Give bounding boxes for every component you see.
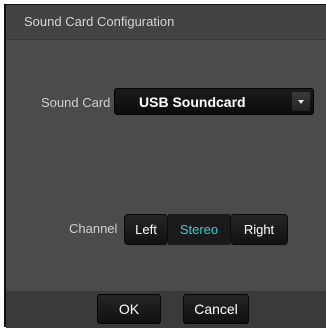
sound-card-value: USB Soundcard <box>139 94 246 110</box>
cancel-button[interactable]: Cancel <box>183 294 249 324</box>
title-bar: Sound Card Configuration <box>6 5 326 40</box>
channel-segmented-control: Left Stereo Right <box>124 214 288 245</box>
sound-card-select[interactable]: USB Soundcard <box>114 88 314 115</box>
sound-card-dialog: Sound Card Configuration Sound Card USB … <box>4 4 326 328</box>
channel-option-right[interactable]: Right <box>230 214 288 245</box>
channel-option-stereo[interactable]: Stereo <box>168 214 230 245</box>
dialog-title: Sound Card Configuration <box>24 14 175 29</box>
dialog-footer: OK Cancel <box>6 291 326 328</box>
channel-option-left[interactable]: Left <box>124 214 168 245</box>
sound-card-label: Sound Card <box>41 95 111 110</box>
chevron-down-icon[interactable] <box>292 92 310 111</box>
ok-button[interactable]: OK <box>97 294 161 324</box>
channel-label: Channel <box>69 221 118 236</box>
